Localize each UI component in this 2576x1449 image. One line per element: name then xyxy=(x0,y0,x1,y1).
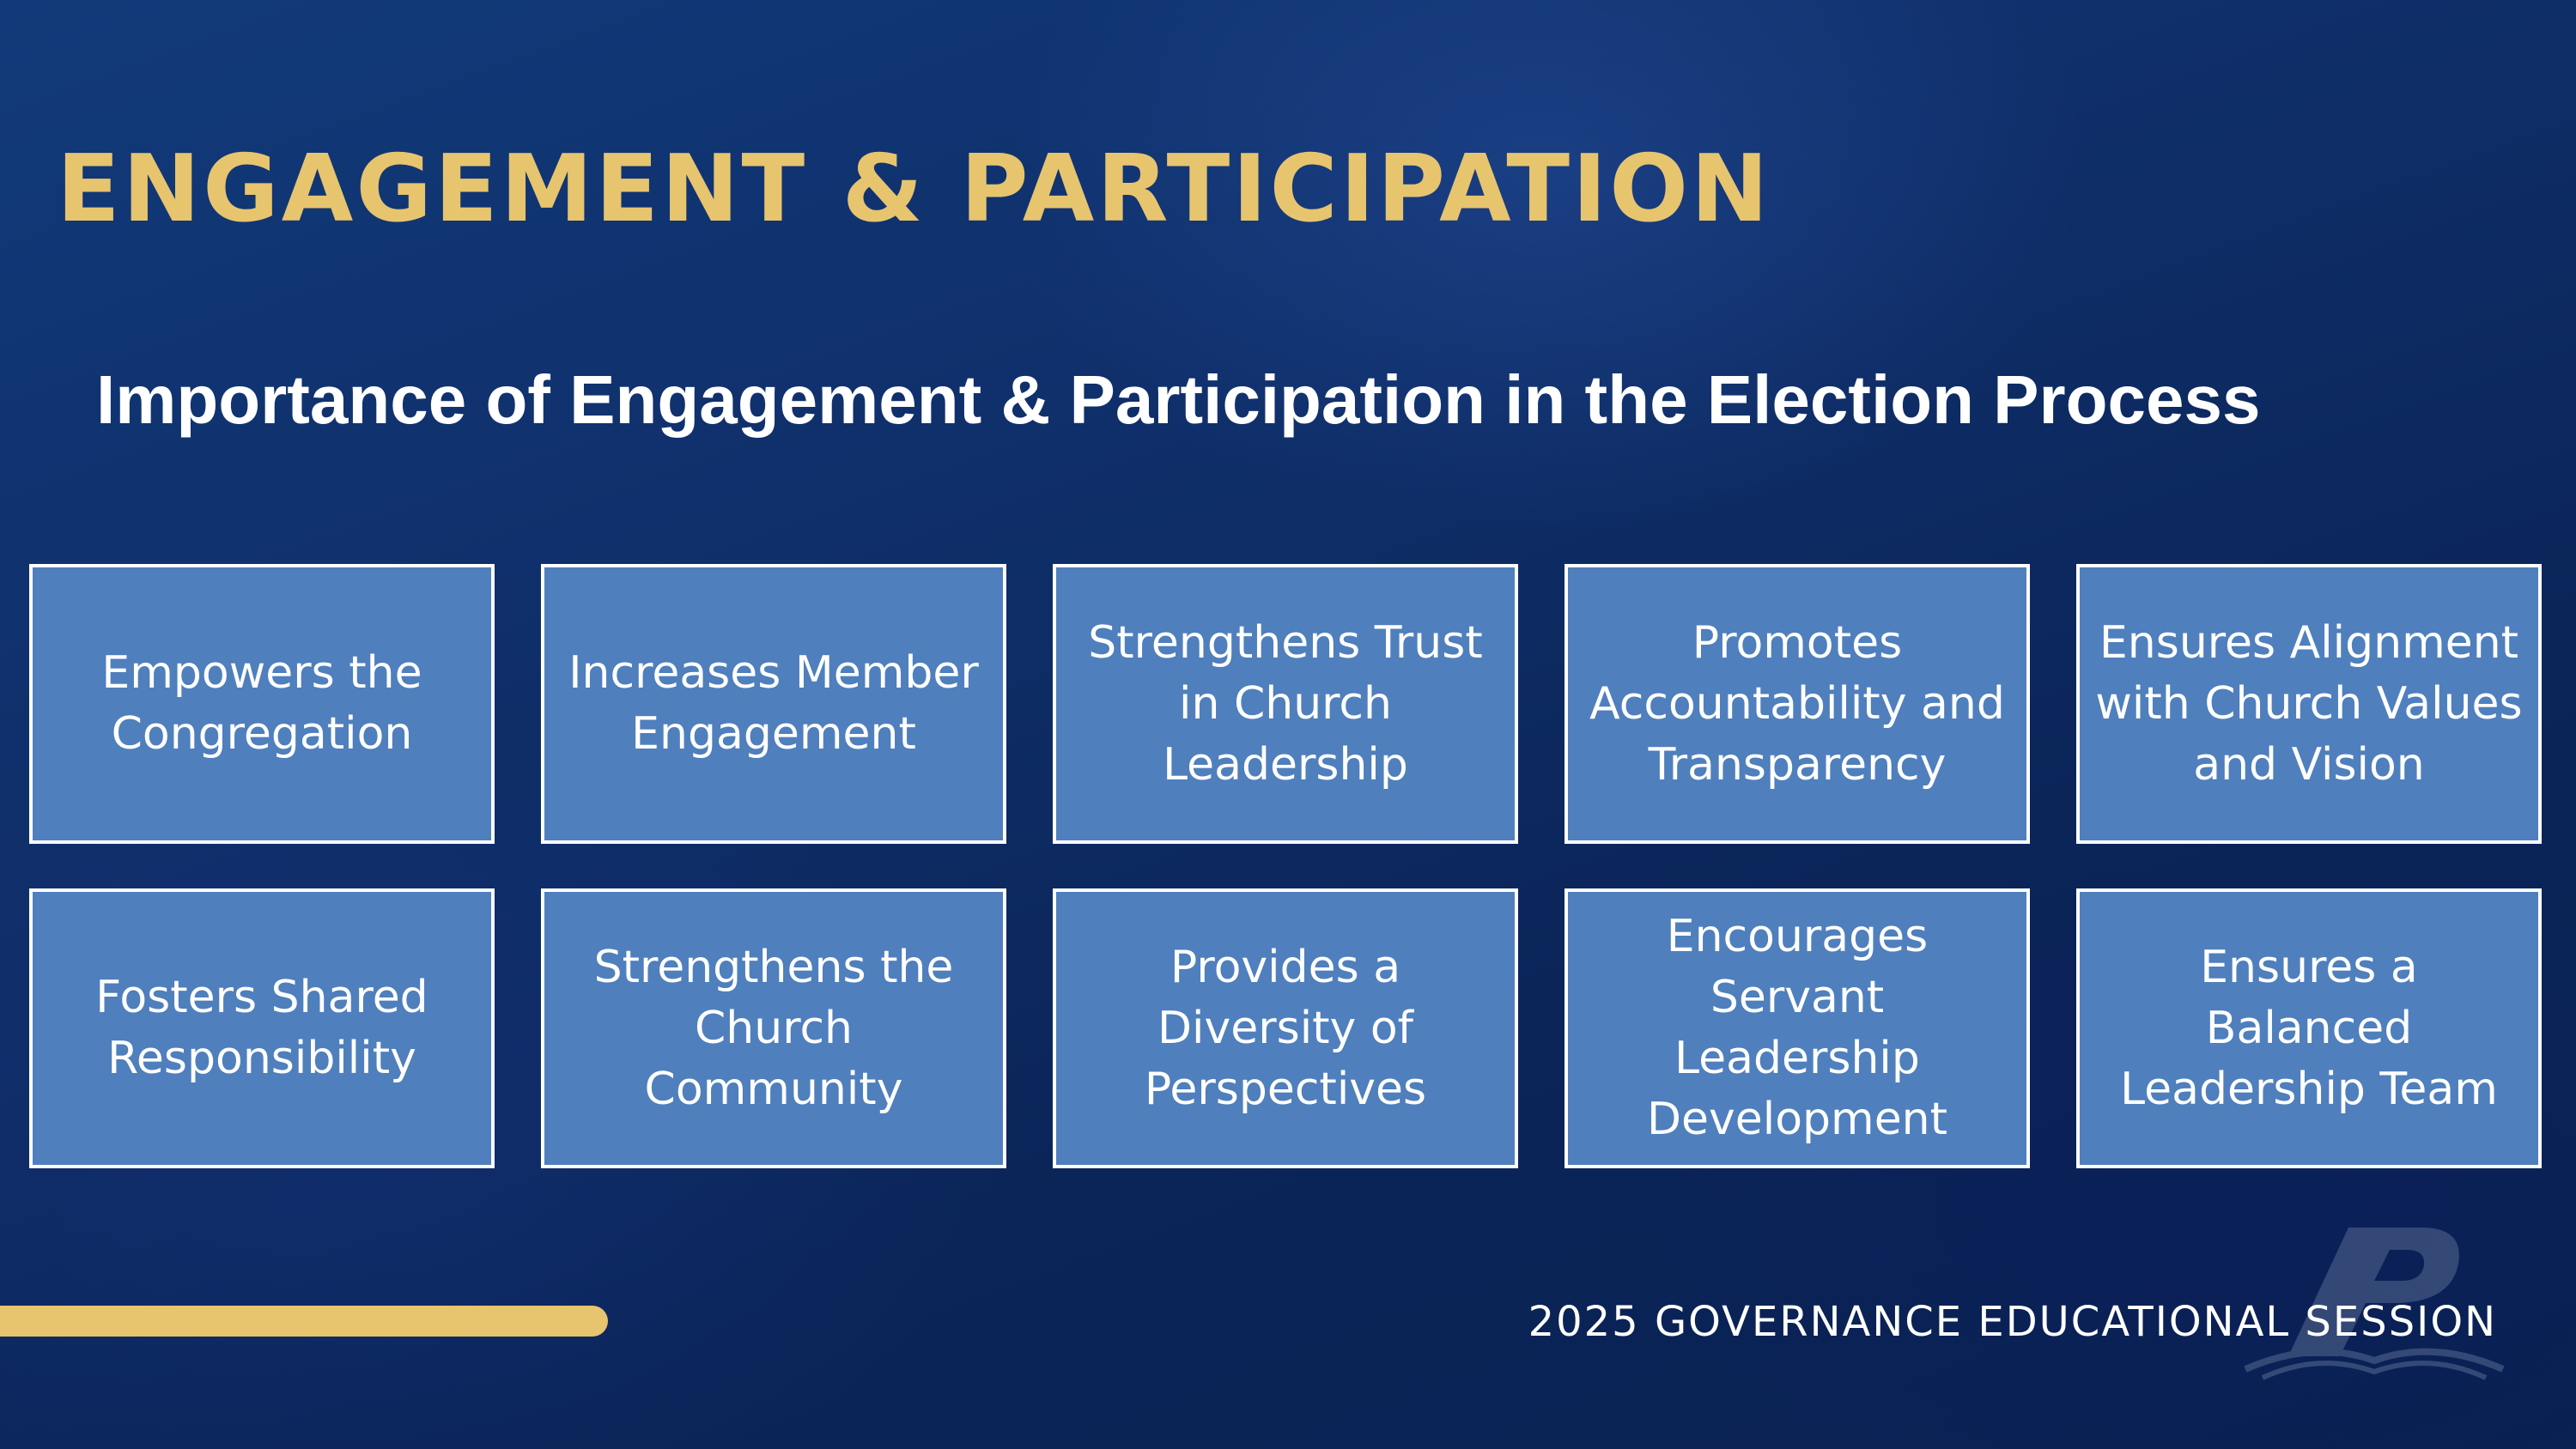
importance-grid: Empowers the Congregation Increases Memb… xyxy=(29,564,2543,1168)
footer-session-label: 2025 GOVERNANCE EDUCATIONAL SESSION xyxy=(1528,1298,2497,1346)
box-label: Fosters Shared Responsibility xyxy=(95,972,428,1084)
box-label: Encourages Servant Leadership Developmen… xyxy=(1646,911,1948,1145)
importance-box: Ensures a Balanced Leadership Team xyxy=(2076,888,2542,1168)
box-label: Promotes Accountability and Transparency xyxy=(1589,616,2005,791)
importance-box: Encourages Servant Leadership Developmen… xyxy=(1564,888,2030,1168)
importance-box: Provides a Diversity of Perspectives xyxy=(1053,888,1518,1168)
box-label: Strengthens Trust in Church Leadership xyxy=(1088,616,1483,791)
importance-box: Empowers the Congregation xyxy=(29,564,495,844)
importance-box: Ensures Alignment with Church Values and… xyxy=(2076,564,2542,844)
box-label: Strengthens the Church Community xyxy=(593,941,954,1115)
importance-box: Promotes Accountability and Transparency xyxy=(1564,564,2030,844)
box-label: Ensures a Balanced Leadership Team xyxy=(2120,941,2498,1115)
box-label: Provides a Diversity of Perspectives xyxy=(1144,941,1427,1115)
importance-box: Fosters Shared Responsibility xyxy=(29,888,495,1168)
importance-box: Increases Member Engagement xyxy=(541,564,1006,844)
box-label: Ensures Alignment with Church Values and… xyxy=(2095,616,2523,791)
gold-accent-bar xyxy=(0,1306,608,1337)
box-label: Empowers the Congregation xyxy=(101,647,422,760)
importance-box: Strengthens the Church Community xyxy=(541,888,1006,1168)
box-label: Increases Member Engagement xyxy=(568,647,979,760)
slide-title: ENGAGEMENT & PARTICIPATION xyxy=(57,136,1771,243)
importance-box: Strengthens Trust in Church Leadership xyxy=(1053,564,1518,844)
slide-subtitle: Importance of Engagement & Participation… xyxy=(96,361,2261,438)
p-logo-icon xyxy=(2244,1228,2505,1380)
